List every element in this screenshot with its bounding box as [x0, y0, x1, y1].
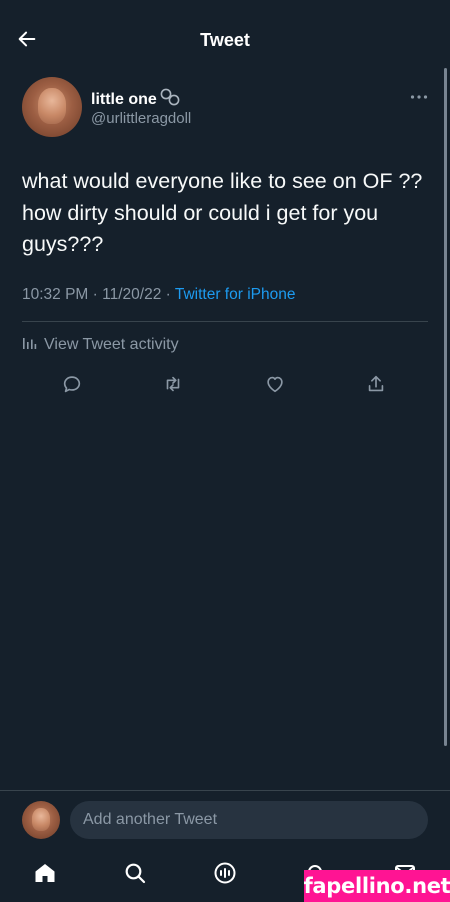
meta-separator: · — [165, 286, 171, 303]
reply-button[interactable] — [60, 374, 84, 398]
scrollbar[interactable] — [444, 68, 447, 746]
activity-label: View Tweet activity — [44, 336, 179, 353]
tweet-time: 10:32 PM — [22, 286, 89, 303]
like-button[interactable] — [263, 374, 287, 398]
reply-icon — [61, 373, 83, 400]
spaces-icon — [212, 860, 238, 891]
search-icon — [123, 861, 147, 890]
share-button[interactable] — [364, 374, 388, 398]
nav-search[interactable] — [122, 862, 148, 888]
reply-composer — [0, 790, 450, 850]
more-horizontal-icon — [410, 87, 428, 105]
author-name-text: little one — [91, 90, 157, 108]
meta-separator: · — [92, 286, 98, 303]
divider — [22, 321, 428, 322]
nav-spaces[interactable] — [212, 862, 238, 888]
top-bar: Tweet — [0, 0, 450, 80]
tweet-detail-screen: Tweet little one @urlittleragdoll what w… — [0, 0, 450, 902]
page-title: Tweet — [200, 30, 250, 50]
author-handle[interactable]: @urlittleragdoll — [91, 110, 191, 127]
retweet-icon — [161, 373, 185, 400]
home-icon — [33, 861, 57, 890]
tweet-metadata: 10:32 PM · 11/20/22 · Twitter for iPhone — [22, 286, 295, 304]
tweet-date: 11/20/22 — [102, 286, 162, 303]
tweet-client-link[interactable]: Twitter for iPhone — [175, 286, 296, 303]
retweet-button[interactable] — [161, 374, 185, 398]
heart-icon — [264, 373, 286, 400]
bar-chart-icon — [22, 335, 37, 355]
author-display-name[interactable]: little one — [91, 87, 181, 112]
view-tweet-activity-link[interactable]: View Tweet activity — [22, 335, 179, 355]
share-icon — [365, 373, 387, 400]
tweet-text: what would everyone like to see on OF ??… — [22, 169, 423, 256]
add-tweet-input[interactable] — [70, 801, 428, 839]
user-avatar[interactable] — [22, 801, 60, 839]
handcuffs-icon — [159, 87, 181, 112]
watermark: fapellino.net — [304, 870, 450, 902]
nav-home[interactable] — [32, 862, 58, 888]
more-options-button[interactable] — [404, 86, 434, 106]
author-avatar[interactable] — [22, 77, 82, 137]
